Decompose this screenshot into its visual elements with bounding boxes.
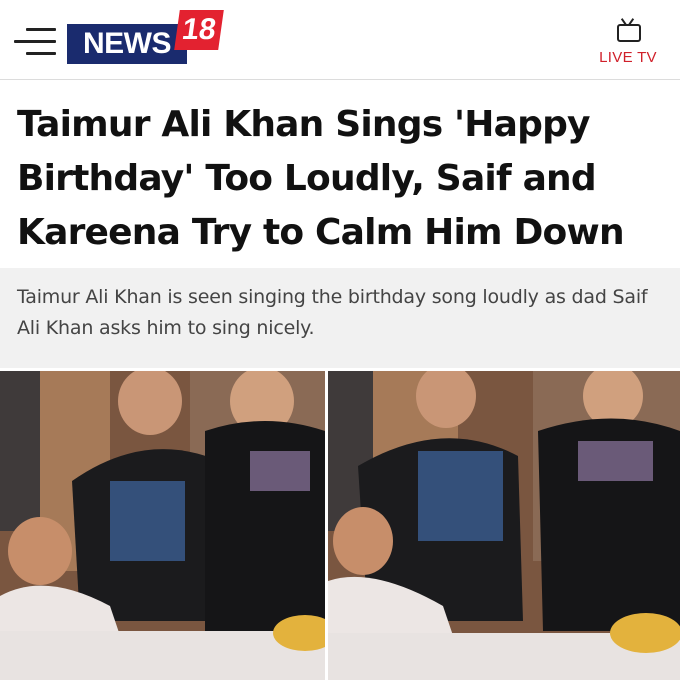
article-headline: Taimur Ali Khan Sings 'Happy Birthday' T…	[17, 104, 625, 253]
hamburger-menu-icon[interactable]	[14, 27, 56, 57]
live-tv-button[interactable]: LIVE TV	[588, 18, 668, 74]
logo-number: 18	[174, 10, 224, 50]
article-summary: Taimur Ali Khan is seen singing the birt…	[17, 286, 648, 339]
birthday-photo-left[interactable]	[0, 371, 325, 680]
birthday-photo-right[interactable]	[328, 371, 680, 680]
tv-icon	[615, 18, 641, 42]
news18-logo[interactable]: NEWS 18	[67, 10, 224, 65]
site-header: NEWS 18 LIVE TV	[0, 0, 680, 80]
live-tv-label: LIVE TV	[599, 49, 657, 66]
logo-brand: NEWS	[67, 24, 187, 64]
